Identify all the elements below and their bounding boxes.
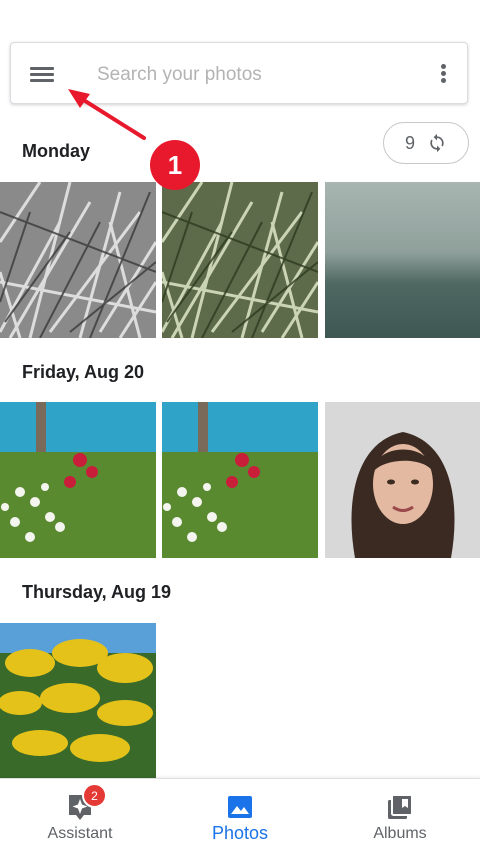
- section-header-friday: Friday, Aug 20: [22, 362, 145, 382]
- nav-label-photos: Photos: [211, 823, 269, 843]
- photos-icon: [228, 796, 252, 818]
- menu-button[interactable]: [25, 60, 57, 88]
- photo-texture[interactable]: [325, 182, 480, 338]
- nav-item-photos[interactable]: Photos: [160, 779, 320, 854]
- nav-item-albums[interactable]: Albums: [320, 779, 480, 854]
- photo-flowers-1[interactable]: [0, 402, 156, 558]
- hamburger-line: [30, 79, 54, 82]
- photo-flowers-2[interactable]: [162, 402, 318, 558]
- search-input[interactable]: [95, 55, 419, 95]
- more-vert-icon: [441, 64, 446, 69]
- sync-icon: [430, 133, 444, 153]
- photo-grass-bw[interactable]: [0, 182, 156, 338]
- photo-portrait[interactable]: [325, 402, 480, 558]
- more-dot: [441, 71, 446, 76]
- section-header-thursday: Thursday, Aug 19: [22, 582, 172, 602]
- assistant-badge: 2: [82, 783, 107, 808]
- hamburger-menu-icon: [30, 67, 54, 70]
- sync-badge[interactable]: 9: [383, 122, 469, 164]
- bottom-navigation: 2 Assistant Photos Albums: [0, 778, 480, 854]
- nav-item-assistant[interactable]: 2 Assistant: [0, 779, 160, 854]
- photo-yellow-flowers[interactable]: [0, 623, 156, 779]
- more-options-button[interactable]: [433, 60, 453, 88]
- sync-count: 9: [404, 132, 415, 153]
- search-bar: [10, 42, 468, 104]
- more-dot: [441, 78, 446, 83]
- albums-icon: [388, 794, 413, 819]
- step-badge: 1: [150, 140, 200, 190]
- section-header-monday: Monday: [22, 141, 91, 161]
- photo-grass-color[interactable]: [162, 182, 318, 338]
- nav-label-assistant: Assistant: [47, 825, 113, 842]
- nav-label-albums: Albums: [373, 825, 427, 842]
- hamburger-line: [30, 73, 54, 76]
